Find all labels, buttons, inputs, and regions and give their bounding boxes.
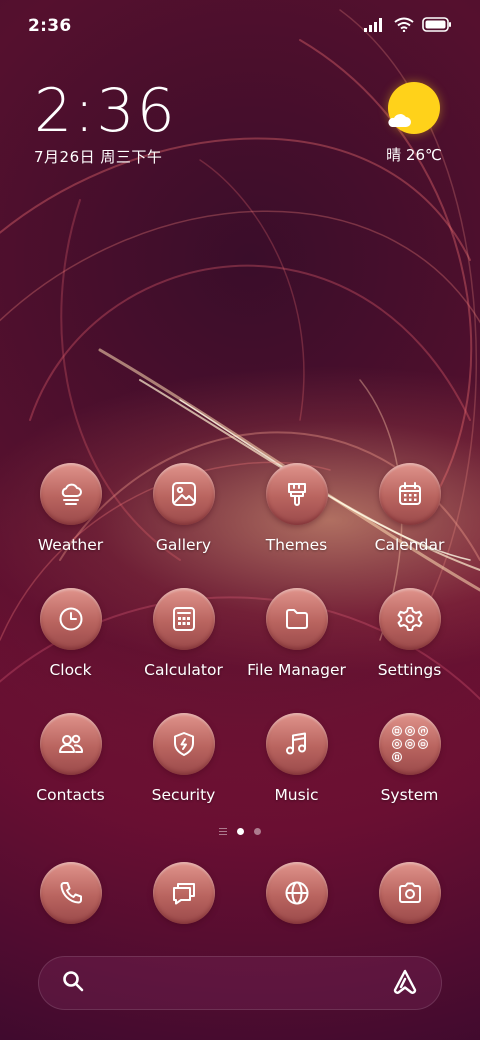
calendar-icon <box>378 463 441 525</box>
app-gallery[interactable]: Gallery <box>127 463 240 588</box>
shield-icon <box>152 713 215 775</box>
page-dot-active <box>237 828 244 835</box>
app-row: Weather Gallery Themes Calendar <box>14 463 466 588</box>
signal-icon <box>364 17 386 36</box>
browser-icon <box>265 862 328 924</box>
dock-messages[interactable] <box>127 862 240 924</box>
clock-date: 7月26日 周三下午 <box>34 148 163 166</box>
phone-icon <box>39 862 102 924</box>
status-time: 2:36 <box>28 16 72 36</box>
assistant-icon[interactable] <box>391 968 419 998</box>
app-row: Clock Calculator File Manager Settings <box>14 588 466 713</box>
dock-browser[interactable] <box>240 862 353 924</box>
app-label: Calculator <box>144 661 223 679</box>
weather-text: 晴 26℃ <box>386 146 442 164</box>
weather-icon <box>39 463 102 525</box>
themes-icon <box>265 463 328 525</box>
app-label: System <box>380 786 439 804</box>
dock-phone[interactable] <box>14 862 127 924</box>
dock <box>14 862 466 924</box>
app-label: Calendar <box>374 536 445 554</box>
sunny-partly-cloudy-icon <box>388 82 440 134</box>
app-weather[interactable]: Weather <box>14 463 127 588</box>
search-bar[interactable] <box>38 956 442 1010</box>
app-label: Clock <box>49 661 92 679</box>
app-label: Themes <box>265 536 328 554</box>
weather-widget[interactable]: 晴 26℃ <box>382 82 446 165</box>
app-label: Contacts <box>36 786 105 804</box>
gallery-icon <box>152 463 215 525</box>
app-calendar[interactable]: Calendar <box>353 463 466 588</box>
app-settings[interactable]: Settings <box>353 588 466 713</box>
app-clock[interactable]: Clock <box>14 588 127 713</box>
app-label: Weather <box>37 536 104 554</box>
page-dot <box>254 828 261 835</box>
messages-icon <box>152 862 215 924</box>
app-music[interactable]: Music <box>240 713 353 838</box>
app-row: Contacts Security Music System <box>14 713 466 838</box>
music-icon <box>265 713 328 775</box>
wifi-icon <box>394 17 414 36</box>
app-security[interactable]: Security <box>127 713 240 838</box>
clock-widget[interactable]: 2:36 7月26日 周三下午 <box>34 78 177 167</box>
calculator-icon <box>152 588 215 650</box>
folder-grid-icon <box>378 713 441 775</box>
app-system-folder[interactable]: System <box>353 713 466 838</box>
dock-camera[interactable] <box>353 862 466 924</box>
app-label: Gallery <box>155 536 212 554</box>
app-label: Music <box>274 786 319 804</box>
clock-icon <box>39 588 102 650</box>
app-grid: Weather Gallery Themes Calendar Clock Ca… <box>14 463 466 838</box>
camera-icon <box>378 862 441 924</box>
app-contacts[interactable]: Contacts <box>14 713 127 838</box>
app-file-manager[interactable]: File Manager <box>240 588 353 713</box>
folder-icon <box>265 588 328 650</box>
contacts-icon <box>39 713 102 775</box>
app-label: Security <box>151 786 216 804</box>
app-list-indicator-icon <box>219 828 227 835</box>
status-bar: 2:36 <box>0 0 480 52</box>
app-calculator[interactable]: Calculator <box>127 588 240 713</box>
gear-icon <box>378 588 441 650</box>
app-label: File Manager <box>247 661 346 679</box>
search-icon[interactable] <box>61 969 85 997</box>
app-themes[interactable]: Themes <box>240 463 353 588</box>
app-label: Settings <box>377 661 442 679</box>
clock-time: 2:36 <box>34 76 177 146</box>
page-indicator[interactable] <box>0 828 480 835</box>
battery-icon <box>422 16 452 36</box>
status-icons <box>364 16 452 36</box>
